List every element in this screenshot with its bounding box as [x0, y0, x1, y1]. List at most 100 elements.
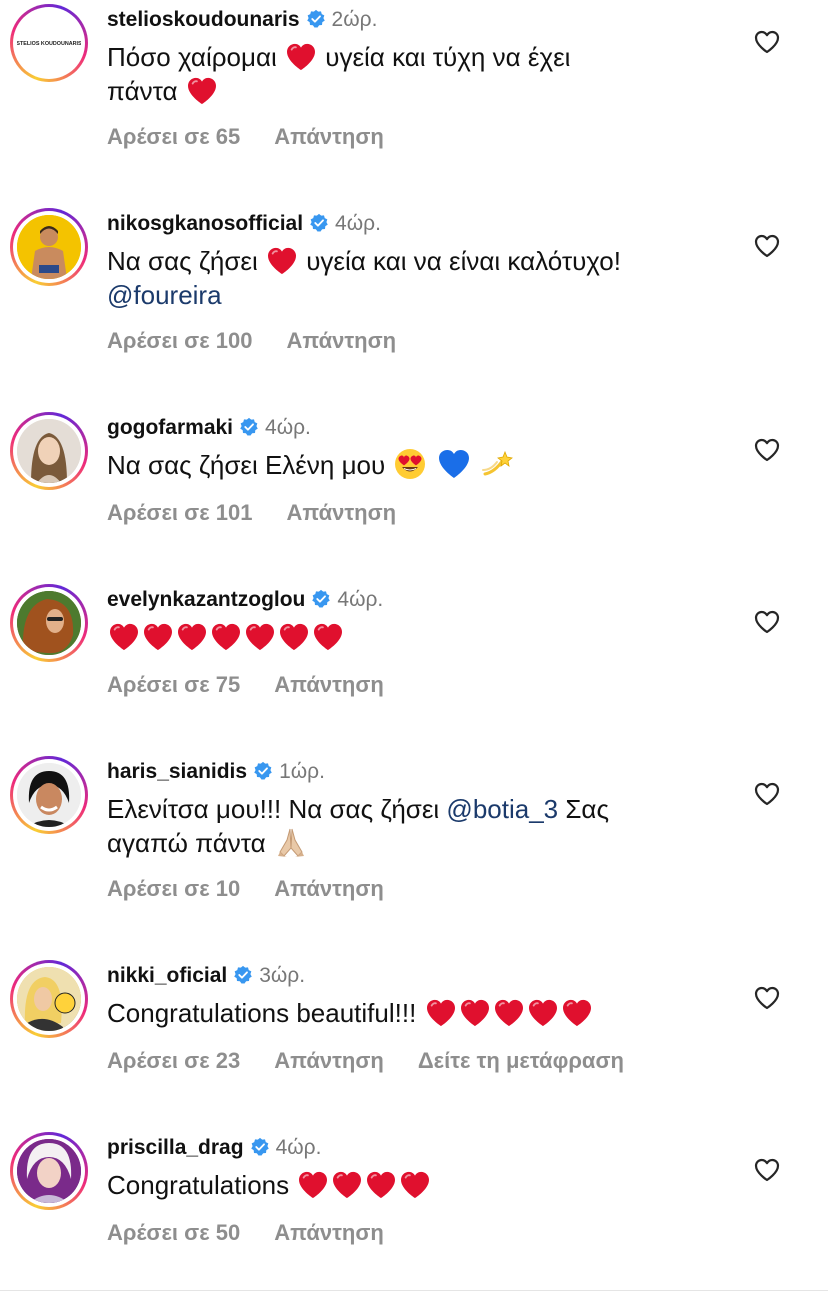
avatar-frame — [13, 1135, 85, 1207]
comment-text-segment — [472, 450, 479, 480]
comment-actions: Αρέσει σε 23 Απάντηση Δείτε τη μετάφραση — [107, 1048, 658, 1074]
username[interactable]: priscilla_drag — [107, 1136, 244, 1159]
avatar-image — [17, 1139, 81, 1203]
red-heart-emoji — [187, 77, 216, 105]
comment-text-segment: Να σας ζήσει Ελένη μου — [107, 450, 393, 480]
likes-count-link[interactable]: Αρέσει σε 75 — [107, 672, 240, 697]
avatar-photo: STELIOS KOUDOUNARIS — [17, 11, 81, 75]
avatar[interactable] — [10, 208, 88, 286]
likes-count-link[interactable]: Αρέσει σε 101 — [107, 500, 252, 525]
red-heart-emoji — [287, 43, 315, 71]
folded-hands-emoji — [277, 828, 304, 857]
reply-button[interactable]: Απάντηση — [274, 1048, 384, 1073]
red-heart-emoji — [267, 247, 296, 275]
heart-outline-icon[interactable] — [754, 1158, 780, 1182]
likes-count-link[interactable]: Αρέσει σε 10 — [107, 876, 240, 901]
comment-text: Να σας ζήσει υγεία και να είναι καλότυχο… — [107, 244, 737, 312]
comment-actions: Αρέσει σε 10 Απάντηση — [107, 876, 418, 902]
heart-eyes-emoji — [395, 449, 426, 479]
avatar-photo — [17, 591, 81, 655]
reply-button[interactable]: Απάντηση — [274, 124, 384, 149]
red-heart-emoji — [333, 1171, 362, 1199]
heart-outline-icon[interactable] — [754, 610, 780, 634]
comment-text: Ελενίτσα μου!!! Να σας ζήσει @botia_3 Σα… — [107, 792, 737, 860]
timestamp: 3ώρ. — [259, 964, 306, 987]
blue-heart-emoji — [438, 450, 469, 478]
avatar-image — [17, 215, 81, 279]
avatar-photo — [17, 763, 81, 827]
reply-button[interactable]: Απάντηση — [274, 1220, 384, 1245]
verified-badge-icon — [250, 1137, 269, 1156]
comment-header: nikosgkanosofficial 4ώρ. — [107, 212, 381, 236]
verified-badge-icon — [234, 965, 252, 984]
username[interactable]: haris_sianidis — [107, 760, 247, 783]
heart-outline-icon[interactable] — [754, 438, 780, 462]
comment-text-segment — [428, 450, 435, 480]
comment-header: gogofarmaki 4ώρ. — [107, 416, 311, 440]
timestamp: 2ώρ. — [331, 8, 378, 31]
reply-button[interactable]: Απάντηση — [274, 876, 384, 901]
red-heart-emoji — [110, 623, 138, 651]
username[interactable]: stelioskoudounaris — [107, 8, 300, 31]
red-heart-emoji — [280, 623, 308, 651]
avatar-photo — [17, 967, 81, 1031]
verified-badge-icon — [240, 417, 258, 436]
heart-outline-icon[interactable] — [754, 782, 780, 806]
verified-badge-icon — [254, 761, 272, 780]
comment-text-segment: Congratulations — [107, 1170, 297, 1200]
red-heart-emoji — [426, 999, 455, 1027]
mention-link[interactable]: @foureira — [107, 280, 222, 310]
comment-actions: Αρέσει σε 65 Απάντηση — [107, 124, 418, 150]
comment-header: evelynkazantzoglou 4ώρ. — [107, 588, 383, 612]
avatar-photo — [17, 215, 81, 279]
red-heart-emoji — [460, 999, 489, 1027]
avatar-photo — [17, 419, 81, 483]
verified-badge-icon — [306, 9, 325, 28]
avatar[interactable] — [10, 1132, 88, 1210]
avatar[interactable] — [10, 960, 88, 1038]
avatar-image — [17, 763, 81, 827]
avatar[interactable] — [10, 584, 88, 662]
avatar-image: STELIOS KOUDOUNARIS — [17, 41, 81, 47]
timestamp: 4ώρ. — [265, 416, 311, 439]
avatar-image — [17, 967, 81, 1031]
comment-text — [107, 620, 737, 654]
heart-outline-icon[interactable] — [754, 234, 780, 258]
avatar-frame — [13, 415, 85, 487]
mention-link[interactable]: @botia_3 — [446, 794, 558, 824]
comment-text: Congratulations beautiful!!! — [107, 996, 737, 1030]
reply-button[interactable]: Απάντηση — [286, 328, 396, 353]
avatar-frame: STELIOS KOUDOUNARIS — [13, 7, 85, 79]
avatar-image — [17, 419, 81, 483]
dizzy-emoji — [481, 450, 513, 476]
username[interactable]: nikki_oficial — [107, 964, 227, 987]
username[interactable]: evelynkazantzoglou — [107, 588, 305, 611]
see-translation-button[interactable]: Δείτε τη μετάφραση — [418, 1048, 624, 1073]
comment-text-segment: πάντα — [107, 76, 185, 106]
avatar-logo-text: STELIOS KOUDOUNARIS — [17, 41, 81, 47]
avatar[interactable] — [10, 412, 88, 490]
likes-count-link[interactable]: Αρέσει σε 65 — [107, 124, 240, 149]
reply-button[interactable]: Απάντηση — [286, 500, 396, 525]
verified-badge-icon — [312, 589, 331, 608]
comment-actions: Αρέσει σε 100 Απάντηση — [107, 328, 430, 354]
avatar-frame — [13, 963, 85, 1035]
heart-outline-icon[interactable] — [754, 986, 780, 1010]
username[interactable]: nikosgkanosofficial — [107, 212, 303, 235]
likes-count-link[interactable]: Αρέσει σε 100 — [107, 328, 252, 353]
timestamp: 4ώρ. — [335, 212, 381, 235]
username[interactable]: gogofarmaki — [107, 416, 233, 439]
verified-badge-icon — [310, 213, 328, 232]
heart-outline-icon[interactable] — [754, 30, 780, 54]
comment-actions: Αρέσει σε 101 Απάντηση — [107, 500, 430, 526]
likes-count-link[interactable]: Αρέσει σε 23 — [107, 1048, 240, 1073]
comment-actions: Αρέσει σε 75 Απάντηση — [107, 672, 418, 698]
avatar[interactable] — [10, 756, 88, 834]
reply-button[interactable]: Απάντηση — [274, 672, 384, 697]
likes-count-link[interactable]: Αρέσει σε 50 — [107, 1220, 240, 1245]
red-heart-emoji — [246, 623, 274, 651]
avatar[interactable]: STELIOS KOUDOUNARIS — [10, 4, 88, 82]
comment-actions: Αρέσει σε 50 Απάντηση — [107, 1220, 418, 1246]
avatar-image — [17, 591, 81, 655]
red-heart-emoji — [178, 623, 206, 651]
